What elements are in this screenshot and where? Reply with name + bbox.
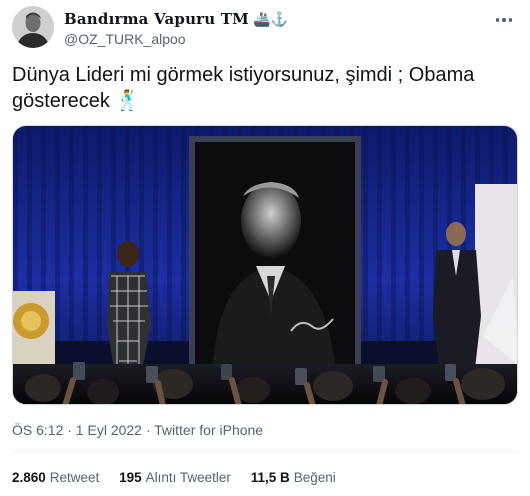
display-name-text[interactable]: Bandırma Vapuru TM	[64, 10, 249, 28]
more-horizontal-icon[interactable]	[492, 10, 516, 30]
divider	[12, 451, 518, 452]
retweets-count: 2.860	[12, 470, 46, 485]
display-name[interactable]: Bandırma Vapuru TM 🚢⚓	[64, 10, 288, 28]
tweet-timestamp[interactable]: ÖS 6:12 · 1 Eyl 2022 · Twitter for iPhon…	[12, 422, 263, 438]
name-emoji: 🚢⚓	[252, 12, 289, 28]
retweets-label: Retweet	[49, 470, 100, 485]
tweet-header: Bandırma Vapuru TM 🚢⚓ @OZ_TURK_alpoo	[12, 6, 518, 50]
quotes-label: Alıntı Tweetler	[145, 470, 231, 485]
likes-label: Beğeni	[293, 470, 336, 485]
video-still	[13, 126, 517, 404]
quotes-count: 195	[119, 470, 142, 485]
tweet-media[interactable]	[12, 125, 518, 405]
engagement-stats: 2.860 Retweet 195 Alıntı Tweetler 11,5 B Be…	[12, 470, 352, 485]
avatar[interactable]	[12, 6, 54, 48]
tweet-text: Dünya Lideri mi görmek istiyorsunuz, şim…	[12, 64, 475, 112]
likes-stat[interactable]: 11,5 B Beğeni	[251, 470, 336, 485]
retweets-stat[interactable]: 2.860 Retweet	[12, 470, 99, 485]
quotes-stat[interactable]: 195 Alıntı Tweetler	[119, 470, 231, 485]
avatar-image	[12, 6, 54, 48]
likes-count: 11,5 B	[250, 470, 290, 485]
user-handle[interactable]: @OZ_TURK_alpoo	[64, 31, 186, 47]
